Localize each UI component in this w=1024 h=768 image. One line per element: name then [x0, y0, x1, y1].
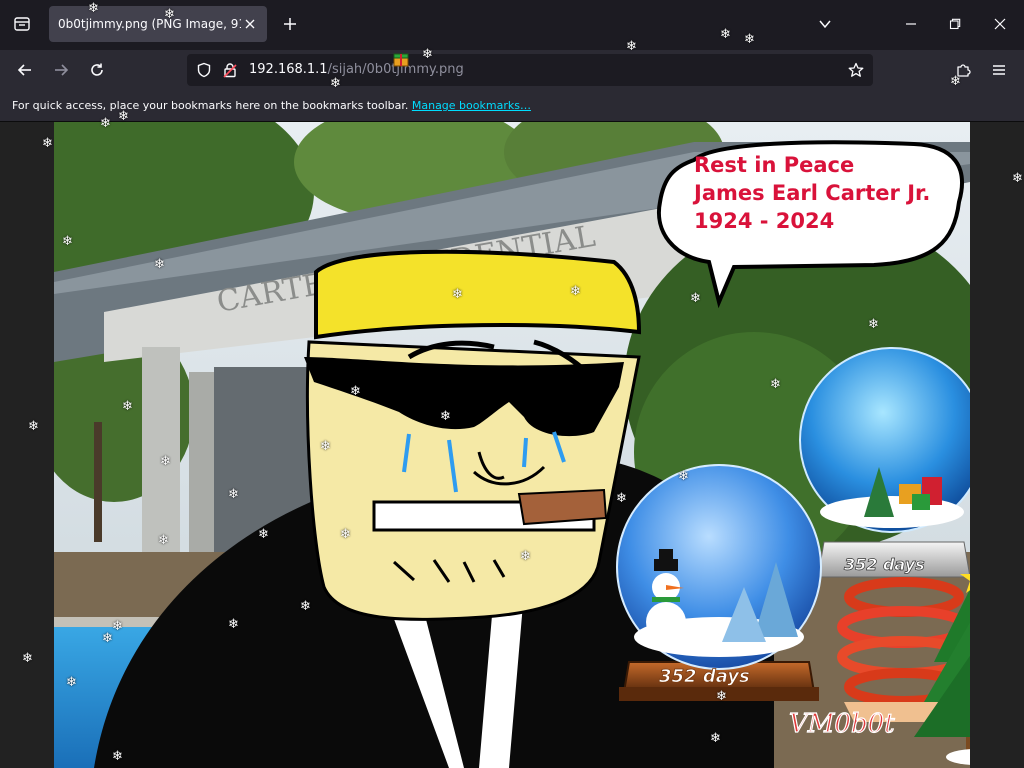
- chevron-down-icon: [819, 20, 831, 29]
- close-icon: [245, 19, 255, 29]
- url-text[interactable]: 192.168.1.1/sijah/0b0tjimmy.png: [249, 62, 464, 77]
- window-close-icon: [994, 18, 1006, 30]
- tab-list-button[interactable]: [8, 10, 36, 38]
- meme-image: CARTER PRESIDENTIAL: [54, 122, 970, 768]
- bubble-line-1: Rest in Peace: [694, 153, 854, 177]
- star-icon: [848, 62, 864, 77]
- bookmarks-toolbar: For quick access, place your bookmarks h…: [0, 90, 1024, 122]
- tab-list-icon: [14, 17, 30, 31]
- insecure-lock-icon: [223, 63, 237, 78]
- hamburger-menu-icon: [993, 65, 1005, 75]
- url-bar[interactable]: 192.168.1.1/sijah/0b0tjimmy.png: [187, 54, 873, 86]
- forward-arrow-icon: [55, 64, 69, 76]
- minimize-icon: [906, 23, 916, 25]
- url-host: 192.168.1.1: [249, 62, 328, 77]
- tear-right-1: [522, 437, 528, 468]
- snow-globe-small: 352 days: [616, 464, 822, 701]
- bookmarks-empty-message: For quick access, place your bookmarks h…: [12, 99, 412, 112]
- extensions-button[interactable]: [948, 55, 978, 85]
- column-left: [142, 347, 180, 577]
- site-security-button[interactable]: [221, 61, 239, 79]
- tab-strip: 0b0tjimmy.png (PNG Image, 918 × 646 pixe…: [0, 0, 1024, 50]
- minimize-button[interactable]: [894, 8, 928, 40]
- navigation-toolbar: 192.168.1.1/sijah/0b0tjimmy.png: [0, 50, 1024, 90]
- list-all-tabs-button[interactable]: [812, 11, 838, 37]
- displayed-image[interactable]: CARTER PRESIDENTIAL: [54, 122, 970, 768]
- snow-globe-large: 352 days: [799, 347, 970, 578]
- pool-edge: [54, 617, 164, 627]
- signature: VM0b0t: [789, 709, 895, 739]
- tab-title: 0b0tjimmy.png (PNG Image, 918 × 646 pixe…: [58, 17, 241, 31]
- window-close-button[interactable]: [983, 8, 1017, 40]
- back-arrow-icon: [17, 64, 31, 76]
- column-middle: [189, 372, 217, 572]
- reload-button[interactable]: [82, 55, 112, 85]
- forward-button[interactable]: [46, 55, 76, 85]
- puzzle-icon: [957, 64, 971, 77]
- back-button[interactable]: [10, 55, 40, 85]
- bookmark-page-button[interactable]: [847, 61, 865, 79]
- character-hair: [314, 249, 642, 340]
- bubble-line-2: James Earl Carter Jr.: [692, 181, 930, 205]
- shield-icon: [197, 62, 211, 78]
- bubble-line-3: 1924 - 2024: [694, 209, 834, 233]
- new-tab-button[interactable]: [277, 11, 303, 37]
- globe-small-label: 352 days: [659, 666, 750, 687]
- tree-trunk: [94, 422, 102, 542]
- tracking-protection-button[interactable]: [195, 61, 213, 79]
- plus-icon: [284, 18, 296, 30]
- restore-button[interactable]: [938, 8, 972, 40]
- manage-bookmarks-link[interactable]: Manage bookmarks…: [412, 99, 531, 112]
- active-tab[interactable]: 0b0tjimmy.png (PNG Image, 918 × 646 pixe…: [49, 6, 267, 42]
- reload-icon: [91, 63, 103, 76]
- tab-close-button[interactable]: [241, 15, 259, 33]
- present-icon: [393, 53, 409, 67]
- image-viewer: CARTER PRESIDENTIAL: [0, 122, 1024, 768]
- globe-large-label: 352 days: [844, 555, 925, 574]
- restore-icon: [949, 18, 961, 30]
- app-menu-button[interactable]: [984, 55, 1014, 85]
- cigar: [517, 488, 608, 526]
